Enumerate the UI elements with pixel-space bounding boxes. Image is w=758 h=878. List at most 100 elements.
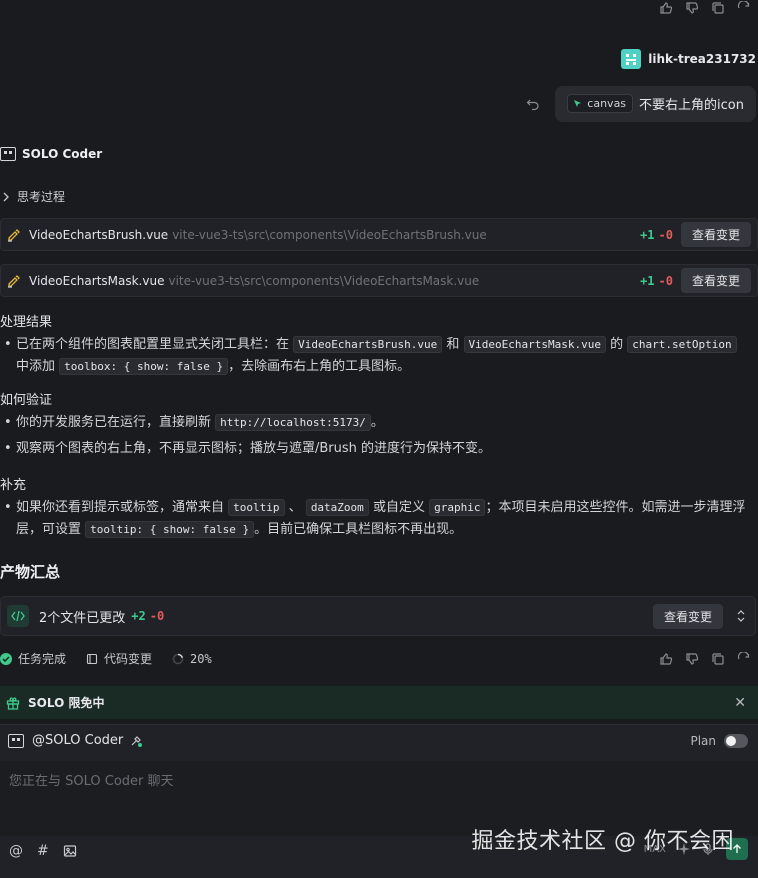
- lines-removed: -0: [658, 227, 673, 242]
- result-bullet: • 已在两个组件的图表配置里显式关闭工具栏：在 VideoEchartsBrus…: [2, 334, 748, 378]
- view-all-changes-button[interactable]: 查看变更: [652, 603, 723, 629]
- text: 和: [446, 337, 460, 352]
- file-change-row[interactable]: VideoEchartsBrush.vue vite-vue3-ts\src\c…: [0, 218, 758, 251]
- inline-code: graphic: [429, 499, 486, 516]
- changed-files-label: 2个文件已更改: [39, 610, 126, 626]
- thumbs-up-icon[interactable]: [658, 0, 674, 14]
- thinking-label: 思考过程: [17, 190, 66, 204]
- lines-removed: -0: [658, 273, 673, 288]
- inline-code: tooltip: { show: false }: [85, 521, 255, 538]
- progress-ring-icon: [172, 653, 184, 665]
- agent-name: SOLO Coder: [22, 147, 103, 161]
- user-header: lihk-trea231732: [621, 49, 756, 69]
- edit-file-icon: [7, 228, 21, 242]
- file-path: vite-vue3-ts\src\components\VideoEcharts…: [172, 227, 487, 242]
- context-chip[interactable]: canvas: [567, 94, 634, 113]
- text: ，去除画布右上角的工具图标。: [228, 359, 411, 374]
- thumbs-up-icon[interactable]: [658, 651, 674, 667]
- text: 中添加: [16, 359, 56, 374]
- file-name: VideoEchartsMask.vue: [29, 273, 165, 288]
- verify-bullet: • 你的开发服务已在运行，直接刷新 http://localhost:5173/…: [4, 414, 384, 431]
- chevron-right-icon: [2, 192, 10, 202]
- banner-title: SOLO 限免中: [28, 696, 105, 710]
- progress-percent: 20%: [190, 651, 212, 666]
- text: 你的开发服务已在运行，直接刷新: [16, 415, 212, 430]
- user-message-text: 不要右上角的icon: [639, 98, 744, 113]
- promo-banner: SOLO 限免中 ✕: [0, 686, 758, 719]
- text: 的: [610, 337, 624, 352]
- task-complete-label: 任务完成: [18, 652, 67, 666]
- undo-icon[interactable]: [525, 96, 541, 112]
- inline-code: VideoEchartsMask.vue: [463, 336, 606, 353]
- code-changes-tab[interactable]: 代码变更: [86, 650, 152, 667]
- context-chip-label: canvas: [587, 97, 627, 110]
- composer-tools: @ #: [9, 843, 77, 859]
- extra-heading: 补充: [0, 478, 27, 493]
- text: 或自定义: [372, 500, 425, 515]
- user-message-row: canvas 不要右上角的icon: [525, 86, 756, 122]
- file-change-row[interactable]: VideoEchartsMask.vue vite-vue3-ts\src\co…: [0, 264, 758, 297]
- summary-heading: 产物汇总: [0, 563, 61, 581]
- watermark-text: 掘金技术社区 @ 你不会困: [471, 829, 734, 854]
- username: lihk-trea231732: [648, 52, 756, 66]
- lines-added: +1: [640, 273, 655, 288]
- thumbs-down-icon[interactable]: [684, 0, 700, 14]
- file-path: vite-vue3-ts\src\components\VideoEcharts…: [168, 273, 480, 288]
- context-progress: 20%: [172, 652, 212, 666]
- avatar: [621, 49, 642, 69]
- agent-mention[interactable]: @SOLO Coder: [32, 733, 123, 748]
- total-lines-removed: -0: [149, 609, 165, 623]
- expand-collapse-icon[interactable]: [737, 610, 745, 622]
- check-circle-icon: [0, 652, 12, 665]
- changed-files-summary[interactable]: 2个文件已更改 +2 -0 查看变更: [0, 596, 756, 636]
- message-actions-top: [658, 0, 752, 14]
- text: 如果你还看到提示或标签，通常来自: [16, 500, 225, 515]
- view-changes-button[interactable]: 查看变更: [680, 268, 751, 293]
- agent-header: SOLO Coder: [0, 147, 102, 161]
- copy-icon[interactable]: [710, 651, 726, 667]
- text: 、: [288, 500, 302, 515]
- at-mention-icon[interactable]: @: [9, 843, 23, 859]
- task-status-row: 任务完成 代码变更 20%: [0, 650, 752, 667]
- solo-coder-logo-icon: [0, 147, 16, 161]
- total-lines-added: +2: [131, 609, 146, 623]
- close-icon[interactable]: ✕: [734, 695, 746, 711]
- tools-icon: [129, 734, 143, 748]
- image-icon[interactable]: [63, 844, 77, 858]
- file-name: VideoEchartsBrush.vue: [29, 227, 169, 242]
- refresh-icon[interactable]: [736, 651, 752, 667]
- inline-code: dataZoom: [305, 499, 369, 516]
- copy-icon[interactable]: [710, 0, 726, 14]
- verify-heading: 如何验证: [0, 393, 53, 408]
- view-changes-button[interactable]: 查看变更: [680, 222, 751, 247]
- cursor-pointer-icon: [573, 99, 583, 109]
- thumbs-down-icon[interactable]: [684, 651, 700, 667]
- verify-bullet: • 观察两个图表的右上角，不再显示图标；播放与遮罩/Brush 的进度行为保持不…: [2, 438, 748, 460]
- task-complete-status: 任务完成: [0, 650, 66, 667]
- inline-code: toolbox: { show: false }: [59, 358, 229, 375]
- document-icon: [86, 653, 98, 665]
- refresh-icon[interactable]: [736, 0, 752, 14]
- user-message-bubble: canvas 不要右上角的icon: [555, 86, 756, 122]
- gift-icon: [6, 696, 20, 710]
- composer-header: @SOLO Coder Plan: [8, 733, 748, 748]
- inline-code: tooltip: [228, 499, 285, 516]
- thinking-toggle[interactable]: 思考过程: [2, 188, 65, 205]
- plan-toggle[interactable]: [724, 733, 748, 748]
- result-heading: 处理结果: [0, 315, 53, 330]
- inline-code: VideoEchartsBrush.vue: [293, 336, 443, 353]
- edit-file-icon: [7, 274, 21, 288]
- text: 已在两个组件的图表配置里显式关闭工具栏：在: [16, 337, 290, 352]
- hashtag-icon[interactable]: #: [37, 843, 49, 859]
- text: 。: [370, 415, 384, 430]
- localhost-url: http://localhost:5173/: [215, 414, 371, 431]
- code-icon: [7, 605, 29, 627]
- text: 观察两个图表的右上角，不再显示图标；播放与遮罩/Brush 的进度行为保持不变。: [16, 441, 492, 456]
- extra-bullet: • 如果你还看到提示或标签，通常来自 tooltip 、 dataZoom 或自…: [4, 499, 746, 538]
- plan-label: Plan: [690, 733, 716, 748]
- code-changes-label: 代码变更: [104, 652, 153, 666]
- inline-code: chart.setOption: [627, 336, 737, 353]
- lines-added: +1: [640, 227, 655, 242]
- text: 。目前已确保工具栏图标不再出现。: [254, 522, 463, 537]
- solo-coder-logo-icon: [8, 733, 24, 748]
